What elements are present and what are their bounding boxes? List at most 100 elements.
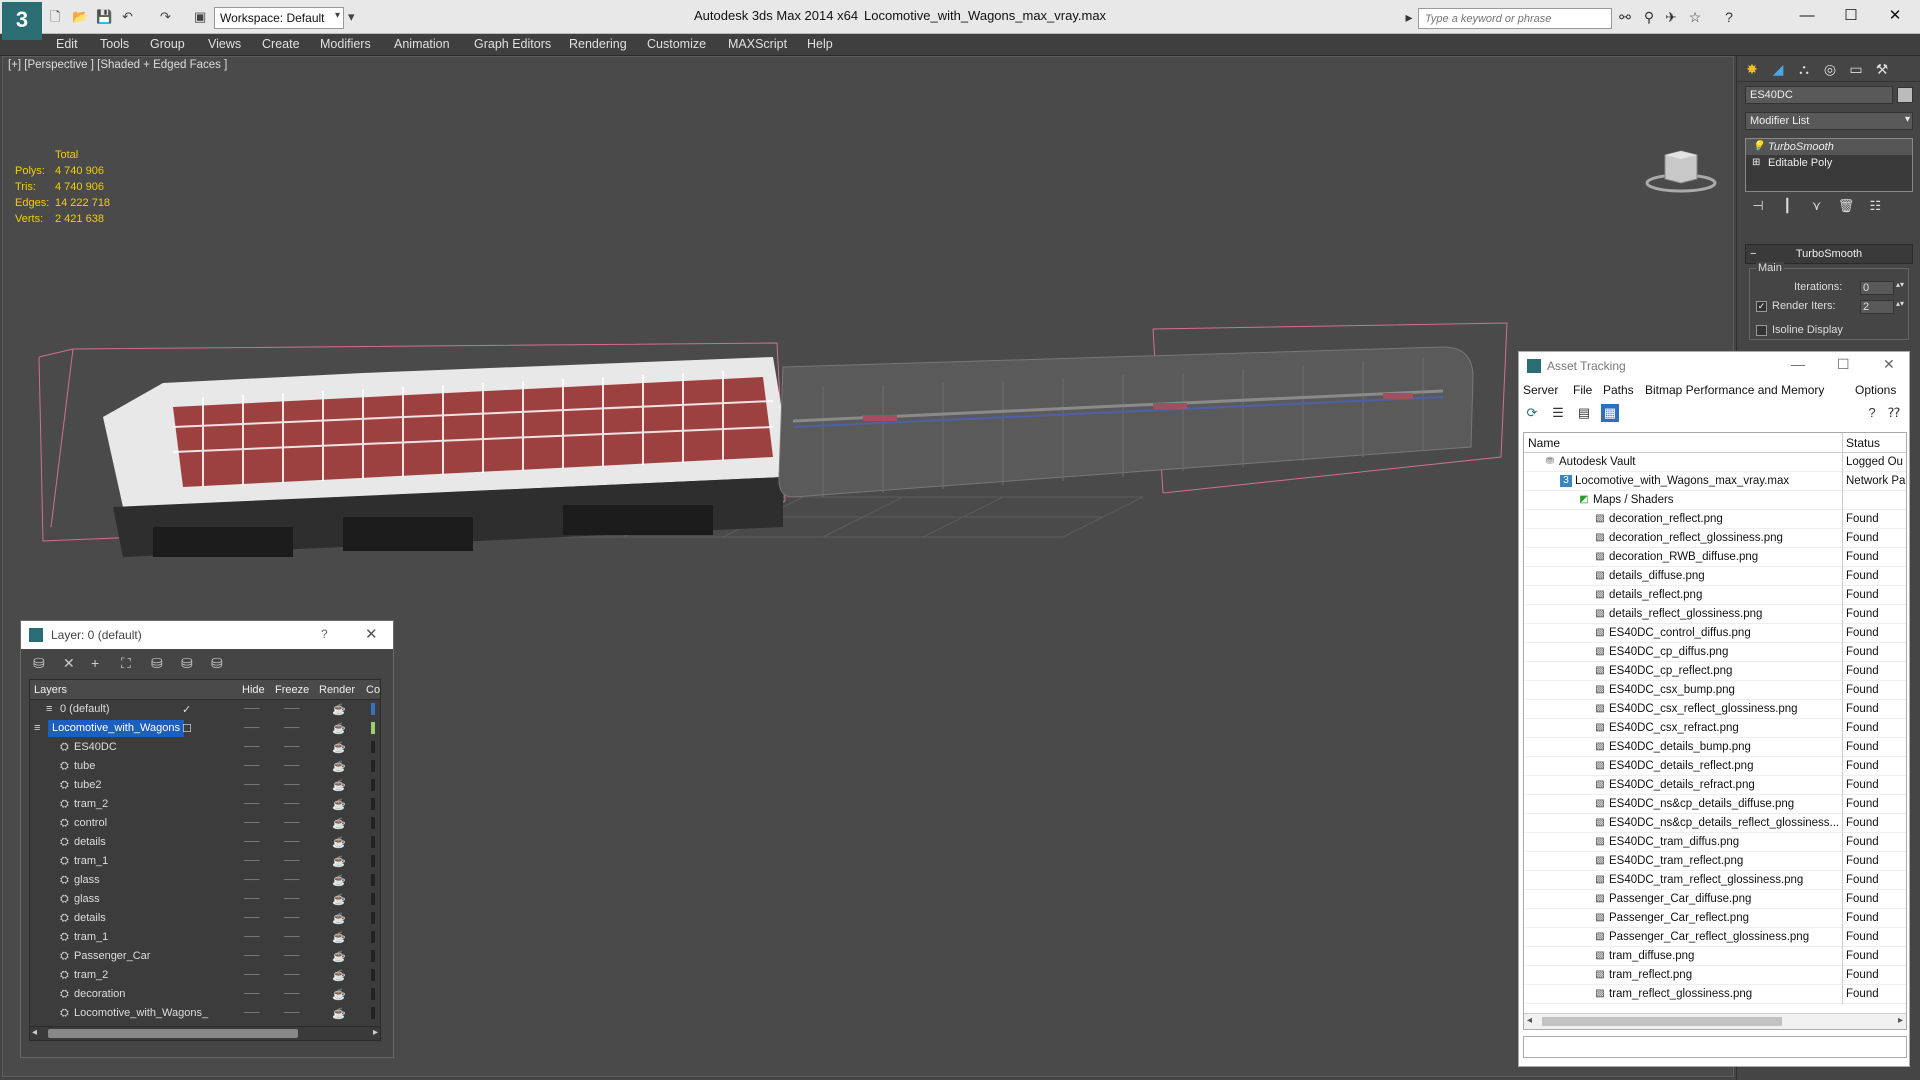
- freeze-toggle-icon[interactable]: ──: [284, 931, 300, 943]
- stack-item-turbosmooth[interactable]: 💡 TurboSmooth: [1746, 139, 1912, 155]
- menu-modifiers[interactable]: Modifiers: [320, 37, 371, 51]
- pin-stack-icon[interactable]: ⊣: [1745, 198, 1771, 214]
- render-teapot-icon[interactable]: ☕: [332, 893, 346, 906]
- toolbar-dropdown-icon[interactable]: ▾: [348, 9, 355, 25]
- refresh-icon[interactable]: ⟳: [1523, 404, 1541, 422]
- stack-item-editable-poly[interactable]: ⊞ Editable Poly: [1746, 155, 1912, 171]
- layer-row[interactable]: ⛭ Passenger_Car ── ── ☕: [30, 947, 380, 966]
- menu-graph-editors[interactable]: Graph Editors: [474, 37, 551, 51]
- layer-color-swatch[interactable]: [371, 836, 375, 848]
- render-teapot-icon[interactable]: ☕: [332, 1007, 346, 1020]
- layer-color-swatch[interactable]: [371, 969, 375, 981]
- save-icon[interactable]: 💾: [96, 9, 112, 25]
- minimize-icon[interactable]: —: [1792, 4, 1822, 28]
- render-teapot-icon[interactable]: ☕: [332, 874, 346, 887]
- freeze-toggle-icon[interactable]: ──: [284, 950, 300, 962]
- layer-name[interactable]: tram_2: [74, 798, 108, 810]
- lightbulb-icon[interactable]: 💡: [1752, 139, 1764, 155]
- freeze-toggle-icon[interactable]: ──: [284, 703, 300, 715]
- layer-name[interactable]: tram_1: [74, 855, 108, 867]
- horizontal-scrollbar[interactable]: ◂ ▸: [30, 1026, 380, 1040]
- hide-toggle-icon[interactable]: ──: [244, 893, 260, 905]
- freeze-toggle-icon[interactable]: ──: [284, 1007, 300, 1019]
- render-teapot-icon[interactable]: ☕: [332, 855, 346, 868]
- render-iters-checkbox[interactable]: ✓: [1756, 301, 1767, 312]
- help-button[interactable]: ?: [321, 627, 328, 641]
- render-teapot-icon[interactable]: ☕: [332, 836, 346, 849]
- asset-row[interactable]: ▧ ES40DC_control_diffus.png Found: [1524, 624, 1906, 643]
- hierarchy-tab-icon[interactable]: ⛬: [1793, 59, 1815, 79]
- modifier-list-dropdown[interactable]: Modifier List ▾: [1745, 112, 1913, 130]
- asset-row[interactable]: ▧ details_reflect.png Found: [1524, 586, 1906, 605]
- isoline-display-checkbox[interactable]: [1756, 325, 1767, 336]
- menu-create[interactable]: Create: [262, 37, 300, 51]
- hide-toggle-icon[interactable]: ──: [244, 760, 260, 772]
- asset-row[interactable]: ▧ Passenger_Car_reflect_glossiness.png Fou…: [1524, 928, 1906, 947]
- asset-row[interactable]: ⛃ Autodesk Vault Logged Ou: [1524, 453, 1906, 472]
- layer-row[interactable]: ⛭ glass ── ── ☕: [30, 890, 380, 909]
- freeze-toggle-icon[interactable]: ──: [284, 817, 300, 829]
- freeze-toggle-icon[interactable]: ──: [284, 741, 300, 753]
- scrollbar-thumb[interactable]: [1542, 1017, 1782, 1026]
- hide-toggle-icon[interactable]: ──: [244, 817, 260, 829]
- expand-arrow-icon[interactable]: ▸: [1400, 8, 1418, 26]
- scrollbar-thumb[interactable]: [48, 1029, 298, 1038]
- render-teapot-icon[interactable]: ☕: [332, 969, 346, 982]
- minimize-icon[interactable]: —: [1791, 356, 1805, 372]
- freeze-toggle-icon[interactable]: ──: [284, 912, 300, 924]
- menu-views[interactable]: Views: [208, 37, 241, 51]
- layer-color-swatch[interactable]: [371, 798, 375, 810]
- layer-name[interactable]: control: [74, 817, 107, 829]
- layer-row[interactable]: ≡ 0 (default) ✓ ── ── ☕: [30, 700, 380, 719]
- table-view-icon[interactable]: ▤: [1575, 404, 1593, 422]
- render-teapot-icon[interactable]: ☕: [332, 703, 346, 716]
- open-file-icon[interactable]: 📂: [72, 9, 88, 25]
- project-folder-icon[interactable]: ▣: [194, 9, 206, 25]
- layer-name[interactable]: Locomotive_with_Wagons_: [74, 1007, 208, 1019]
- asset-row[interactable]: ▧ tram_reflect_glossiness.png Found: [1524, 985, 1906, 1004]
- app-logo-icon[interactable]: 3: [2, 2, 42, 40]
- freeze-toggle-icon[interactable]: ──: [284, 855, 300, 867]
- modify-tab-icon[interactable]: ◢: [1767, 59, 1789, 79]
- layer-color-swatch[interactable]: [371, 703, 375, 715]
- menu-group[interactable]: Group: [150, 37, 185, 51]
- asset-row[interactable]: ◩ Maps / Shaders: [1524, 491, 1906, 510]
- hide-toggle-icon[interactable]: ──: [244, 741, 260, 753]
- scroll-left-icon[interactable]: ◂: [32, 1027, 37, 1038]
- context-help-icon[interactable]: ⁇: [1885, 404, 1903, 422]
- motion-tab-icon[interactable]: ◎: [1819, 59, 1841, 79]
- layer-color-swatch[interactable]: [371, 931, 375, 943]
- menu-file[interactable]: File: [1573, 383, 1592, 397]
- render-teapot-icon[interactable]: ☕: [332, 817, 346, 830]
- layer-row[interactable]: ⛭ tube ── ── ☕: [30, 757, 380, 776]
- layer-name[interactable]: tram_1: [74, 931, 108, 943]
- hide-toggle-icon[interactable]: ──: [244, 855, 260, 867]
- render-teapot-icon[interactable]: ☕: [332, 760, 346, 773]
- asset-row[interactable]: ▧ decoration_RWB_diffuse.png Found: [1524, 548, 1906, 567]
- delete-layer-icon[interactable]: ✕: [63, 655, 75, 672]
- freeze-toggle-icon[interactable]: ──: [284, 798, 300, 810]
- close-icon[interactable]: ✕: [1880, 4, 1910, 28]
- close-icon[interactable]: ✕: [1883, 356, 1895, 373]
- create-tab-icon[interactable]: ✸: [1741, 59, 1763, 79]
- layer-color-swatch[interactable]: [371, 817, 375, 829]
- column-hide[interactable]: Hide: [242, 684, 265, 696]
- help-icon[interactable]: ?: [1720, 8, 1738, 26]
- layer-name[interactable]: glass: [74, 893, 100, 905]
- freeze-toggle-icon[interactable]: ──: [284, 874, 300, 886]
- column-color[interactable]: Co: [366, 684, 380, 696]
- freeze-all-layers-icon[interactable]: ⛁: [211, 655, 223, 672]
- column-layers[interactable]: Layers: [34, 684, 67, 696]
- hide-toggle-icon[interactable]: ──: [244, 836, 260, 848]
- asset-row[interactable]: ▧ decoration_reflect.png Found: [1524, 510, 1906, 529]
- turbosmooth-rollout[interactable]: − TurboSmooth: [1745, 244, 1913, 264]
- menu-help[interactable]: Help: [807, 37, 833, 51]
- asset-row[interactable]: ▧ ES40DC_details_reflect.png Found: [1524, 757, 1906, 776]
- freeze-toggle-icon[interactable]: ──: [284, 969, 300, 981]
- horizontal-scrollbar[interactable]: ◂ ▸: [1524, 1013, 1906, 1029]
- active-layer-check-icon[interactable]: ✓: [182, 703, 191, 716]
- freeze-toggle-icon[interactable]: ──: [284, 988, 300, 1000]
- layer-row[interactable]: ≡ Locomotive_with_Wagons ☐ ── ── ☕: [30, 719, 380, 738]
- subscription-icon[interactable]: ⚲: [1640, 8, 1658, 26]
- menu-animation[interactable]: Animation: [394, 37, 450, 51]
